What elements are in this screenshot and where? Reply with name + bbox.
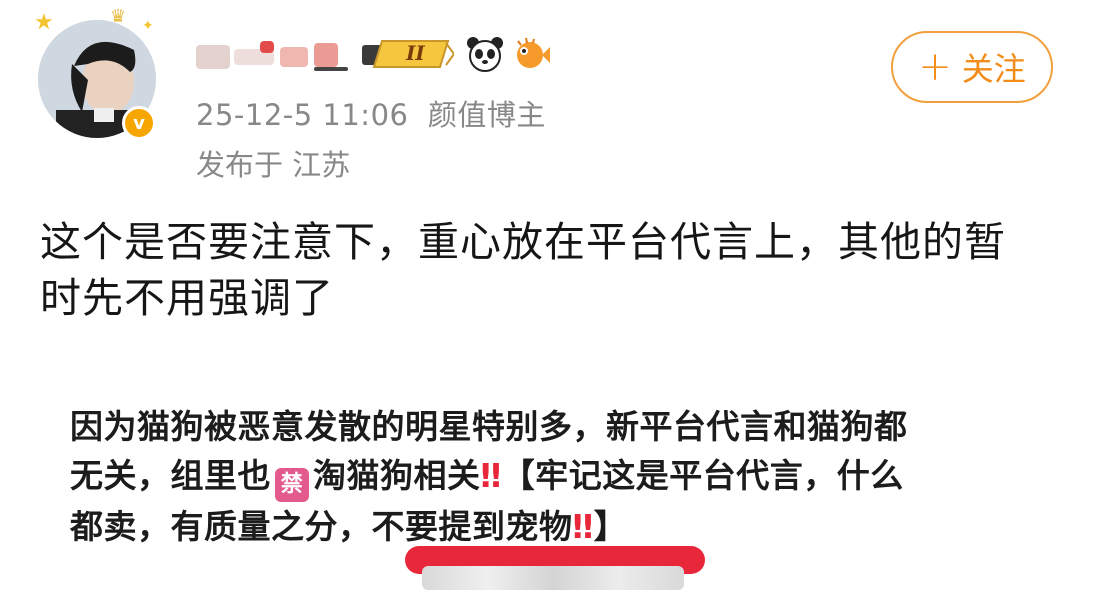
quote-text-segment: 淘猫狗相关 — [313, 456, 481, 495]
quote-line-3: 都卖，有质量之分，不要提到宠物‼】 — [70, 502, 1050, 551]
level-badge-text: II — [406, 41, 425, 65]
plus-icon: + — [918, 44, 952, 90]
post-location: 发布于 江苏 — [196, 148, 351, 182]
blurred-text — [422, 566, 684, 590]
user-category-label: 颜值博主 — [427, 98, 546, 132]
verified-v-icon: v — [122, 106, 156, 140]
follow-label: 关注 — [961, 50, 1026, 88]
double-exclamation-icon: ‼ — [572, 507, 594, 546]
pufferfish-icon — [517, 37, 550, 68]
follow-button[interactable]: + 关注 — [891, 31, 1053, 103]
sparkle-decoration-icon: ✦ — [142, 18, 154, 34]
panda-icon — [467, 37, 503, 72]
post-body-text: 这个是否要注意下，重心放在平台代言上，其他的暂时先不用强调了 — [40, 218, 1006, 322]
verified-glyph: v — [133, 112, 145, 134]
ban-icon: 禁 — [275, 468, 309, 502]
quote-line-2: 无关，组里也禁淘猫狗相关‼【牢记这是平台代言，什么 — [70, 451, 1050, 502]
quote-text-segment: 都卖，有质量之分，不要提到宠物 — [70, 507, 573, 546]
avatar-container[interactable]: ★ ♛ ✦ v — [34, 6, 158, 140]
quote-line-1: 因为猫狗被恶意发散的明星特别多，新平台代言和猫狗都 — [70, 407, 908, 446]
star-decoration-icon: ★ — [34, 10, 54, 35]
post-meta: 25-12-5 11:06 颜值博主 — [196, 92, 546, 134]
username-row[interactable]: II — [196, 32, 550, 76]
quote-text-segment: 无关，组里也 — [70, 456, 271, 495]
double-exclamation-icon: ‼ — [480, 456, 502, 495]
quote-text-segment: 】 — [593, 507, 628, 546]
username-blurred[interactable] — [196, 37, 354, 71]
membership-level-badge[interactable]: II — [362, 39, 456, 69]
quoted-image[interactable]: 因为猫狗被恶意发散的明星特别多，新平台代言和猫狗都 无关，组里也禁淘猫狗相关‼【… — [70, 402, 1050, 551]
post-timestamp[interactable]: 25-12-5 11:06 — [196, 98, 408, 132]
quote-text-segment: 【牢记这是平台代言，什么 — [501, 456, 904, 495]
crown-decoration-icon: ♛ — [110, 6, 127, 27]
